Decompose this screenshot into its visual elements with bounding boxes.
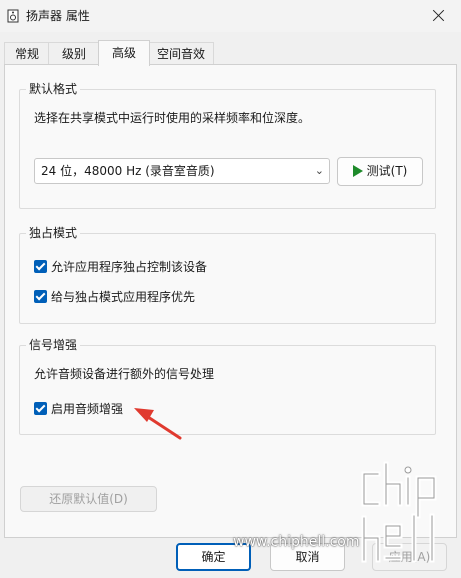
chiphell-logo: [361, 461, 437, 563]
watermark-url: www.chiphell.com: [233, 534, 360, 550]
tab-advanced[interactable]: 高级: [98, 40, 150, 66]
